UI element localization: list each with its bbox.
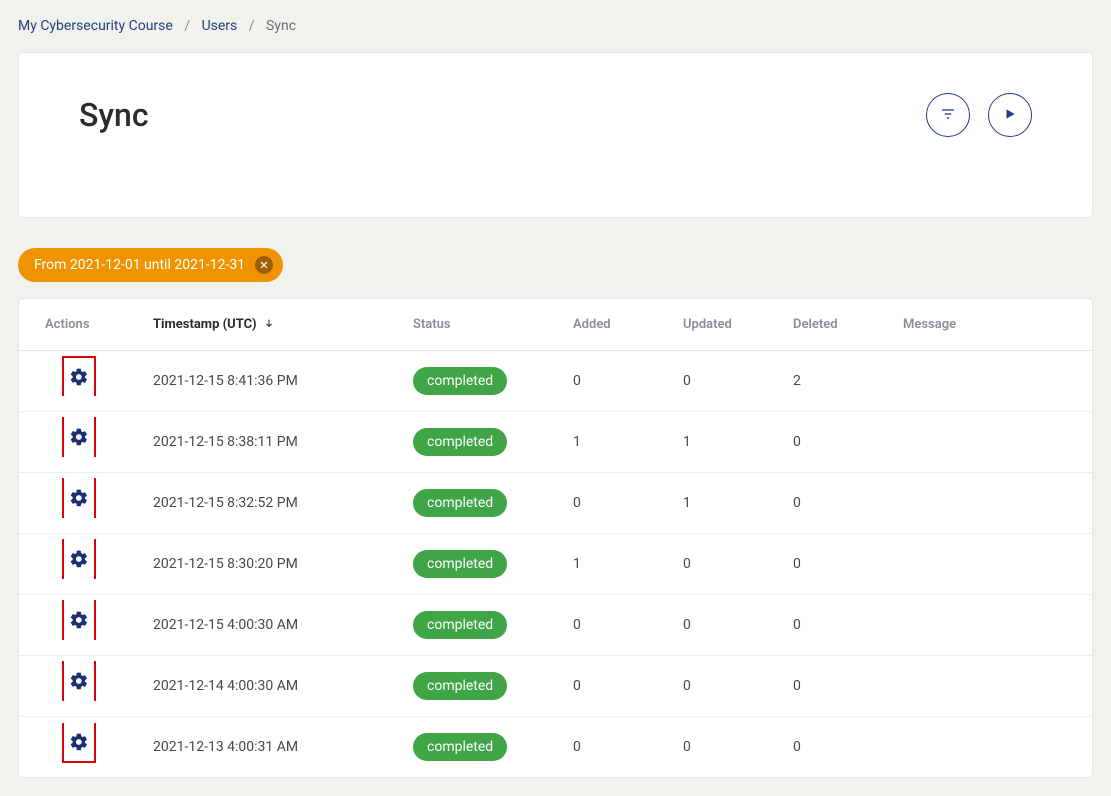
date-filter-chip[interactable]: From 2021-12-01 until 2021-12-31 xyxy=(18,248,283,282)
message-cell xyxy=(889,534,1092,595)
breadcrumb-current: Sync xyxy=(266,18,296,34)
deleted-cell: 0 xyxy=(779,717,889,778)
play-icon xyxy=(1003,107,1017,124)
updated-cell: 0 xyxy=(669,717,779,778)
col-header-status: Status xyxy=(399,299,559,351)
breadcrumb-link-course[interactable]: My Cybersecurity Course xyxy=(18,18,173,34)
updated-cell: 1 xyxy=(669,473,779,534)
sync-table: Actions Timestamp (UTC) Status Added Upd… xyxy=(18,298,1093,778)
breadcrumb-separator: / xyxy=(249,18,255,34)
table-row: 2021-12-15 8:30:20 PMcompleted100 xyxy=(19,534,1092,595)
timestamp-cell: 2021-12-15 4:00:30 AM xyxy=(139,595,399,656)
status-cell: completed xyxy=(399,351,559,412)
timestamp-cell: 2021-12-15 8:41:36 PM xyxy=(139,351,399,412)
message-cell xyxy=(889,473,1092,534)
status-badge: completed xyxy=(413,550,507,578)
updated-cell: 0 xyxy=(669,656,779,717)
timestamp-cell: 2021-12-15 8:38:11 PM xyxy=(139,412,399,473)
run-sync-button[interactable] xyxy=(988,93,1032,137)
filter-icon xyxy=(940,106,956,125)
breadcrumb-link-users[interactable]: Users xyxy=(202,18,238,34)
col-header-timestamp-label: Timestamp (UTC) xyxy=(153,317,257,332)
added-cell: 0 xyxy=(559,656,669,717)
table-row: 2021-12-14 4:00:30 AMcompleted000 xyxy=(19,656,1092,717)
table-row: 2021-12-15 8:32:52 PM completed 010 xyxy=(19,473,1092,534)
timestamp-cell: 2021-12-14 4:00:30 AM xyxy=(139,656,399,717)
timestamp-cell: 2021-12-13 4:00:31 AM xyxy=(139,717,399,778)
updated-cell: 0 xyxy=(669,534,779,595)
filter-button[interactable] xyxy=(926,93,970,137)
status-cell: completed xyxy=(399,412,559,473)
status-badge: completed xyxy=(413,611,507,639)
added-cell: 0 xyxy=(559,351,669,412)
col-header-message: Message xyxy=(889,299,1092,351)
deleted-cell: 0 xyxy=(779,534,889,595)
status-cell: completed xyxy=(399,534,559,595)
table-row: 2021-12-15 8:38:11 PMcompleted110 xyxy=(19,412,1092,473)
filter-chip-remove[interactable] xyxy=(255,256,273,274)
status-badge: completed xyxy=(413,489,507,517)
status-badge: completed xyxy=(413,733,507,761)
page-title: Sync xyxy=(79,96,149,134)
added-cell: 1 xyxy=(559,412,669,473)
deleted-cell: 0 xyxy=(779,656,889,717)
message-cell xyxy=(889,595,1092,656)
gear-icon[interactable] xyxy=(69,610,89,630)
col-header-deleted: Deleted xyxy=(779,299,889,351)
status-cell: completed xyxy=(399,595,559,656)
status-cell: completed xyxy=(399,473,559,534)
status-cell: completed xyxy=(399,717,559,778)
table-row: 2021-12-15 4:00:30 AMcompleted000 xyxy=(19,595,1092,656)
added-cell: 0 xyxy=(559,473,669,534)
message-cell xyxy=(889,351,1092,412)
header-actions xyxy=(926,93,1032,137)
deleted-cell: 0 xyxy=(779,595,889,656)
header-card: Sync xyxy=(18,52,1093,218)
added-cell: 0 xyxy=(559,595,669,656)
deleted-cell: 2 xyxy=(779,351,889,412)
message-cell xyxy=(889,412,1092,473)
updated-cell: 1 xyxy=(669,412,779,473)
added-cell: 1 xyxy=(559,534,669,595)
gear-icon[interactable] xyxy=(69,671,89,691)
col-header-added: Added xyxy=(559,299,669,351)
message-cell xyxy=(889,656,1092,717)
table-row: 2021-12-13 4:00:31 AMcompleted000 xyxy=(19,717,1092,778)
sort-descending-icon xyxy=(264,317,274,332)
status-badge: completed xyxy=(413,672,507,700)
added-cell: 0 xyxy=(559,717,669,778)
status-badge: completed xyxy=(413,367,507,395)
status-badge: completed xyxy=(413,428,507,456)
deleted-cell: 0 xyxy=(779,473,889,534)
message-cell xyxy=(889,717,1092,778)
breadcrumb-separator: / xyxy=(184,18,190,34)
table-row: 2021-12-15 8:41:36 PMcompleted002 xyxy=(19,351,1092,412)
filter-chip-label: From 2021-12-01 until 2021-12-31 xyxy=(34,257,245,273)
timestamp-cell: 2021-12-15 8:32:52 PM xyxy=(139,473,399,534)
gear-icon[interactable] xyxy=(69,367,89,387)
col-header-updated: Updated xyxy=(669,299,779,351)
updated-cell: 0 xyxy=(669,351,779,412)
gear-icon[interactable] xyxy=(69,549,89,569)
gear-icon[interactable] xyxy=(69,427,89,447)
close-icon xyxy=(259,260,269,270)
gear-icon[interactable] xyxy=(69,488,89,508)
updated-cell: 0 xyxy=(669,595,779,656)
col-header-timestamp[interactable]: Timestamp (UTC) xyxy=(139,299,399,351)
status-cell: completed xyxy=(399,656,559,717)
col-header-actions: Actions xyxy=(19,299,139,351)
timestamp-cell: 2021-12-15 8:30:20 PM xyxy=(139,534,399,595)
deleted-cell: 0 xyxy=(779,412,889,473)
breadcrumb: My Cybersecurity Course / Users / Sync xyxy=(18,18,1093,34)
